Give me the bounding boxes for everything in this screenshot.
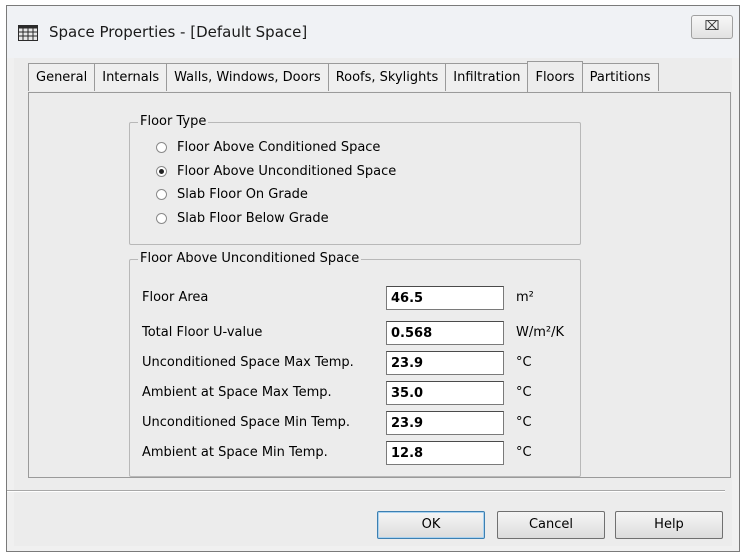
ambient-min-temp-input[interactable] <box>386 441 504 465</box>
floor-type-group-title: Floor Type <box>138 114 209 130</box>
field-unit: W/m²/K <box>516 325 565 340</box>
field-unit: °C <box>516 355 532 370</box>
field-unit: °C <box>516 385 532 400</box>
tab-infiltration[interactable]: Infiltration <box>445 63 529 91</box>
radio-slab-floor-on-grade[interactable]: Slab Floor On Grade <box>156 185 308 203</box>
radio-button[interactable] <box>156 188 167 200</box>
field-unit: °C <box>516 445 532 460</box>
close-icon: ⌧ <box>704 19 720 34</box>
u-value-input[interactable] <box>386 321 504 345</box>
radio-label: Slab Floor Below Grade <box>177 210 329 226</box>
field-unit: m² <box>516 290 534 305</box>
floors-tab-panel: Floor Type Floor Above Conditioned Space… <box>28 92 731 478</box>
tab-roofs-skylights[interactable]: Roofs, Skylights <box>327 63 447 91</box>
radio-floor-above-conditioned[interactable]: Floor Above Conditioned Space <box>156 138 380 156</box>
radio-label: Floor Above Conditioned Space <box>177 139 381 155</box>
floor-details-group-title: Floor Above Unconditioned Space <box>138 251 362 267</box>
field-label: Ambient at Space Max Temp. <box>142 385 332 400</box>
field-label: Unconditioned Space Min Temp. <box>142 415 350 430</box>
field-label: Ambient at Space Min Temp. <box>142 445 328 460</box>
radio-label: Floor Above Unconditioned Space <box>177 163 397 179</box>
radio-slab-floor-below-grade[interactable]: Slab Floor Below Grade <box>156 209 329 227</box>
field-label: Floor Area <box>142 290 209 305</box>
floor-area-input[interactable] <box>386 286 504 310</box>
tab-internals[interactable]: Internals <box>94 63 168 91</box>
help-button[interactable]: Help <box>615 511 723 539</box>
unconditioned-min-temp-input[interactable] <box>386 411 504 435</box>
tab-strip: General Internals Walls, Windows, Doors … <box>28 61 659 93</box>
radio-label: Slab Floor On Grade <box>177 186 308 202</box>
window-title: Space Properties - [Default Space] <box>49 23 308 41</box>
close-button[interactable]: ⌧ <box>691 15 733 39</box>
tab-general[interactable]: General <box>28 63 96 91</box>
spreadsheet-icon <box>18 25 38 41</box>
floor-details-group: Floor Above Unconditioned Space Floor Ar… <box>129 251 581 477</box>
ok-button[interactable]: OK <box>377 511 485 539</box>
button-separator <box>7 490 725 492</box>
radio-button-selected[interactable] <box>156 165 167 177</box>
tab-floors[interactable]: Floors <box>527 61 583 92</box>
title-bar: Space Properties - [Default Space] <box>7 6 739 58</box>
field-unit: °C <box>516 415 532 430</box>
radio-button[interactable] <box>156 141 167 153</box>
field-label: Unconditioned Space Max Temp. <box>142 355 354 370</box>
unconditioned-max-temp-input[interactable] <box>386 351 504 375</box>
floor-type-group: Floor Type Floor Above Conditioned Space… <box>129 114 581 245</box>
ambient-max-temp-input[interactable] <box>386 381 504 405</box>
tab-partitions[interactable]: Partitions <box>581 63 659 91</box>
radio-floor-above-unconditioned[interactable]: Floor Above Unconditioned Space <box>156 162 396 180</box>
tab-walls-windows-doors[interactable]: Walls, Windows, Doors <box>166 63 329 91</box>
cancel-button[interactable]: Cancel <box>497 511 605 539</box>
radio-button[interactable] <box>156 212 167 224</box>
field-label: Total Floor U-value <box>142 325 263 340</box>
